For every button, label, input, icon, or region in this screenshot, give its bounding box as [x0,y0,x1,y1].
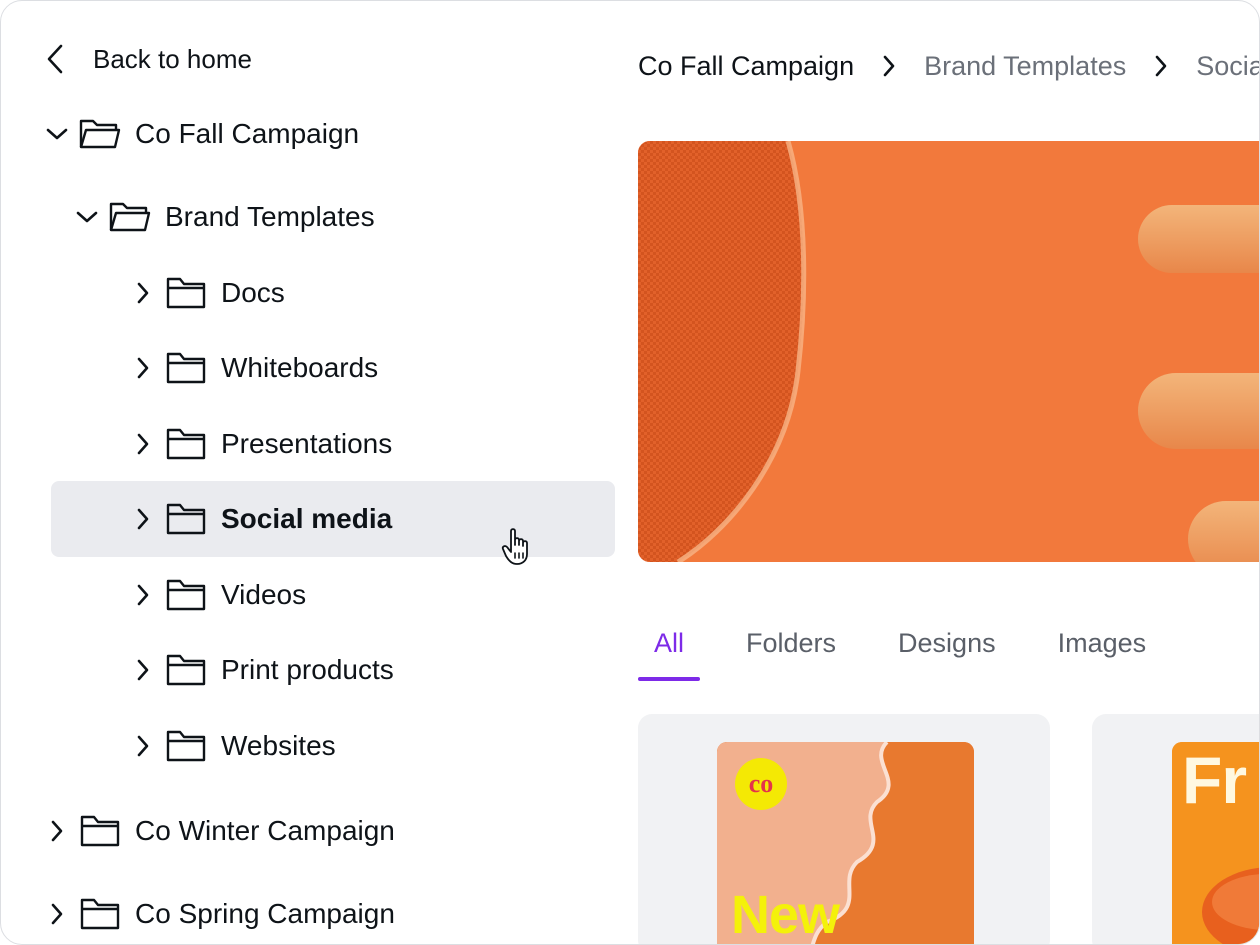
chevron-right-icon[interactable] [129,581,157,609]
hand-pointer-cursor-icon [501,527,537,567]
folder-icon [77,811,123,851]
breadcrumb: Co Fall Campaign Brand Templates Social … [638,45,1259,87]
folder-icon [163,726,209,766]
folder-icon [163,499,209,539]
design-thumbnail-text: New [731,885,840,945]
chevron-right-icon [874,51,904,81]
chevron-right-icon[interactable] [129,430,157,458]
brand-logo-text: co [748,769,774,798]
folder-icon [77,894,123,934]
app-window: Back to home Co Fall Campaign Brand Temp… [0,0,1260,945]
folder-icon [163,575,209,615]
tab-folders[interactable]: Folders [730,613,852,673]
tree-item-presentations[interactable]: Presentations [129,414,392,474]
chevron-right-icon[interactable] [129,354,157,382]
design-thumbnail: co New [717,742,974,945]
folder-icon [163,348,209,388]
back-to-home-label: Back to home [93,43,252,74]
tree-item-label: Whiteboards [221,352,379,383]
chevron-left-icon [41,44,69,74]
design-thumbnail-text: Fr [1182,743,1247,817]
chevron-right-icon[interactable] [129,279,157,307]
folder-icon [163,424,209,464]
design-thumbnail: Fr [1172,742,1259,944]
breadcrumb-item[interactable]: Social media [1196,51,1259,82]
chevron-right-icon [1146,51,1176,81]
folder-icon [163,650,209,690]
tab-designs[interactable]: Designs [882,613,1012,673]
tree-item-videos[interactable]: Videos [129,565,306,625]
folder-open-icon [77,114,123,154]
tree-item-label: Videos [221,579,307,610]
tree-item-brand-templates[interactable]: Brand Templates [73,187,375,247]
tree-item-label: Websites [221,730,336,761]
tree-item-label: Brand Templates [165,201,375,232]
tree-item-label: Co Winter Campaign [135,815,395,846]
tree-item-label: Social media [221,503,393,534]
chevron-right-icon[interactable] [129,656,157,684]
tree-item-social-media[interactable]: Social media [129,489,392,549]
tree-item-label: Co Spring Campaign [135,898,395,929]
tab-images[interactable]: Images [1042,613,1163,673]
folder-cover-image [638,141,1259,562]
tree-item-label: Presentations [221,428,393,459]
tree-item-co-fall-campaign[interactable]: Co Fall Campaign [43,104,359,164]
breadcrumb-item[interactable]: Co Fall Campaign [638,51,854,82]
folder-icon [163,273,209,313]
tree-item-print-products[interactable]: Print products [129,640,394,700]
tree-item-co-spring-campaign[interactable]: Co Spring Campaign [43,884,395,944]
tree-item-websites[interactable]: Websites [129,716,336,776]
tree-item-whiteboards[interactable]: Whiteboards [129,338,378,398]
tree-item-label: Co Fall Campaign [135,118,360,149]
chevron-right-icon[interactable] [129,732,157,760]
chevron-right-icon[interactable] [43,817,71,845]
breadcrumb-item[interactable]: Brand Templates [924,51,1126,82]
chevron-down-icon[interactable] [43,120,71,148]
tree-item-label: Print products [221,654,394,685]
chevron-right-icon[interactable] [129,505,157,533]
tree-item-co-winter-campaign[interactable]: Co Winter Campaign [43,801,395,861]
content-tabs: All Folders Designs Images [638,613,1162,683]
design-card[interactable]: Fr [1092,714,1259,944]
tab-all[interactable]: All [638,613,701,681]
tree-item-label: Docs [221,277,285,308]
chevron-right-icon[interactable] [43,900,71,928]
tree-item-docs[interactable]: Docs [129,263,285,323]
brand-logo: co [735,758,787,810]
design-card[interactable]: co New [638,714,1050,945]
chevron-down-icon[interactable] [73,203,101,231]
folder-open-icon [107,197,153,237]
back-to-home-link[interactable]: Back to home [41,37,252,81]
